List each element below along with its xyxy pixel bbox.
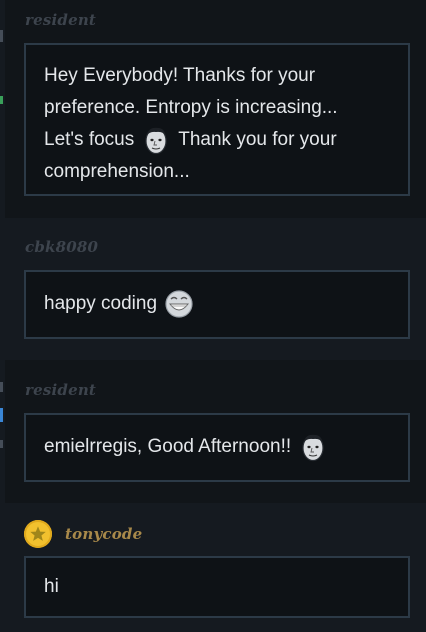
message-bubble: hi <box>24 556 410 618</box>
message-author[interactable]: resident <box>25 381 96 399</box>
chat-message: resident emielrregis, Good Afternoon!! <box>5 360 426 503</box>
star-icon <box>30 526 46 541</box>
message-author[interactable]: resident <box>25 11 96 29</box>
message-bubble: happy coding <box>24 270 410 339</box>
face-icon <box>302 434 324 462</box>
grin-icon <box>165 290 193 318</box>
chat-message: cbk8080 happy coding <box>5 218 426 360</box>
message-text: emielrregis, Good Afternoon!! <box>44 436 292 457</box>
edge-mark <box>0 30 3 42</box>
edge-mark <box>0 408 3 422</box>
message-text: Let's focus <box>44 129 135 150</box>
message-bubble: Hey Everybody! Thanks for your preferenc… <box>24 43 410 196</box>
message-text: preference. Entropy is increasing... <box>44 97 338 118</box>
message-text-line: happy coding <box>44 288 390 320</box>
message-text: Hey Everybody! Thanks for your <box>44 65 316 86</box>
message-text: happy coding <box>44 293 158 314</box>
edge-mark <box>0 382 3 392</box>
message-author[interactable]: tonycode <box>65 525 142 543</box>
face-icon <box>145 127 167 155</box>
message-text-line: emielrregis, Good Afternoon!! <box>44 431 390 463</box>
message-bubble: emielrregis, Good Afternoon!! <box>24 413 410 482</box>
message-text: hi <box>44 576 59 597</box>
edge-mark <box>0 96 3 104</box>
edge-mark <box>0 440 3 448</box>
chat-message: resident Hey Everybody! Thanks for your … <box>5 0 426 218</box>
star-avatar-icon[interactable] <box>24 520 52 548</box>
chat-panel: resident Hey Everybody! Thanks for your … <box>0 0 426 632</box>
chat-message: tonycode hi <box>5 503 426 632</box>
message-text-line: Let's focus Thank you for your <box>44 124 390 156</box>
message-text: Thank you for your <box>178 129 337 150</box>
message-text: comprehension... <box>44 161 190 182</box>
message-author[interactable]: cbk8080 <box>25 238 98 256</box>
